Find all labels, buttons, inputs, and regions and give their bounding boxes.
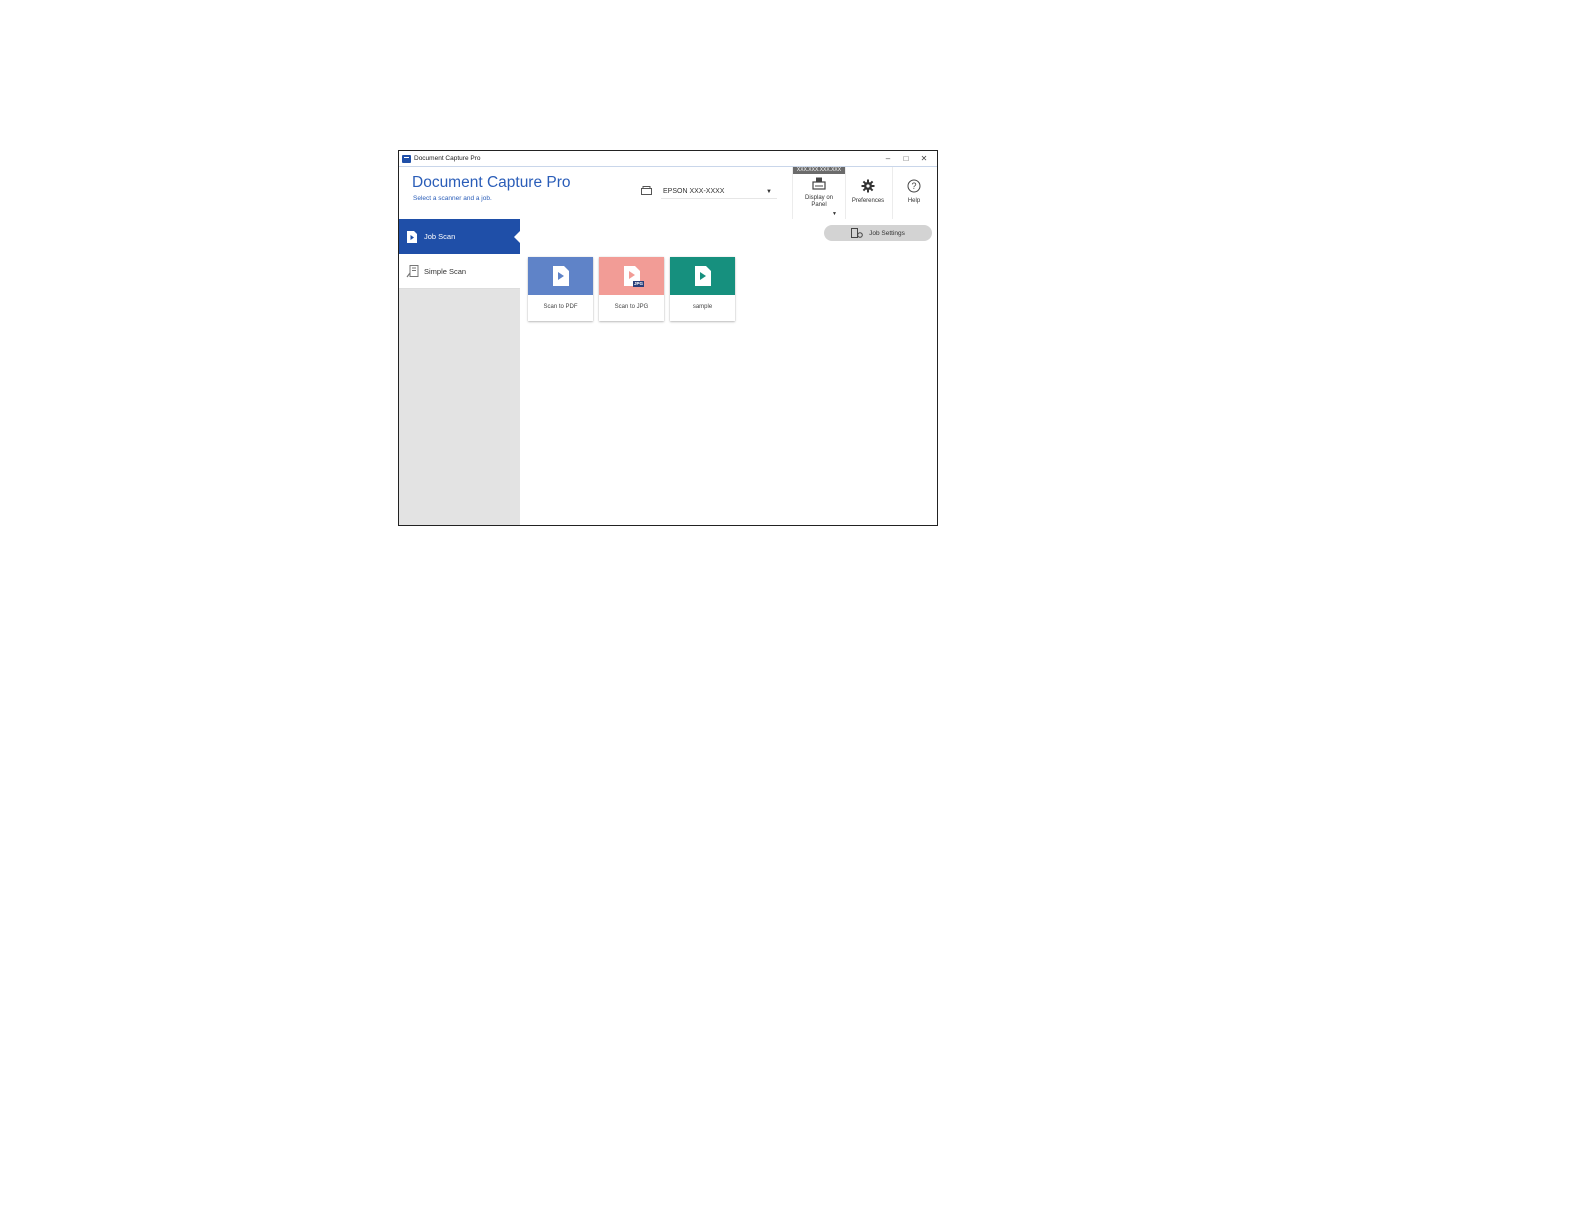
- help-button[interactable]: ? Help: [892, 167, 935, 219]
- sidebar-item-job-scan[interactable]: Job Scan: [399, 219, 520, 254]
- svg-text:?: ?: [911, 181, 916, 191]
- gear-icon: [861, 179, 875, 193]
- scanner-icon: [641, 186, 652, 195]
- sidebar: Job Scan Simple Scan: [399, 219, 520, 525]
- page-title: Document Capture Pro: [412, 174, 571, 191]
- job-card-band: JPG: [599, 257, 664, 295]
- display-on-panel-label-1: Display on: [804, 195, 833, 201]
- jpg-badge: JPG: [633, 281, 645, 287]
- job-card-label: Scan to PDF: [543, 304, 578, 310]
- job-card-label: sample: [692, 304, 713, 310]
- job-settings-button[interactable]: Job Settings: [824, 225, 932, 241]
- minimize-button[interactable]: –: [879, 151, 897, 166]
- header: Document Capture Pro Select a scanner an…: [399, 167, 937, 219]
- panel-display-icon: [812, 177, 826, 190]
- display-on-panel-button[interactable]: XXX.XXX.XXX.XXX Display on Panel ▼: [792, 167, 846, 219]
- chevron-down-icon[interactable]: ▼: [832, 211, 837, 217]
- job-card-label: Scan to JPG: [614, 304, 649, 310]
- sidebar-item-label: Simple Scan: [424, 266, 467, 276]
- close-button[interactable]: ✕: [915, 151, 933, 166]
- job-card-band: [528, 257, 593, 295]
- window-controls: – □ ✕: [879, 151, 933, 166]
- sidebar-item-label: Job Scan: [424, 232, 456, 241]
- simple-scan-icon: [405, 264, 419, 278]
- document-play-icon: [694, 266, 711, 286]
- document-play-icon: [552, 266, 569, 286]
- maximize-button[interactable]: □: [897, 151, 915, 166]
- scanner-select[interactable]: EPSON XXX-XXXX ▼: [661, 185, 777, 199]
- chevron-down-icon: ▼: [766, 189, 772, 195]
- job-settings-icon: [851, 228, 863, 238]
- sidebar-item-simple-scan[interactable]: Simple Scan: [399, 254, 520, 289]
- job-scan-icon: [405, 230, 419, 244]
- app-window: Document Capture Pro – □ ✕ Document Capt…: [398, 150, 938, 526]
- job-card-sample[interactable]: sample: [670, 257, 735, 321]
- help-icon: ?: [907, 179, 921, 193]
- app-logo-icon: [402, 154, 411, 163]
- active-indicator: [514, 231, 520, 243]
- window-title: Document Capture Pro: [414, 155, 481, 162]
- title-bar: Document Capture Pro – □ ✕: [399, 151, 937, 167]
- preferences-button[interactable]: Preferences: [845, 167, 891, 219]
- preferences-label: Preferences: [851, 198, 885, 204]
- scanner-select-value: EPSON XXX-XXXX: [663, 188, 725, 195]
- job-card-scan-to-pdf[interactable]: Scan to PDF: [528, 257, 593, 321]
- display-on-panel-label-2: Panel: [811, 202, 827, 208]
- panel-ip-address: XXX.XXX.XXX.XXX: [793, 167, 845, 174]
- page-subtitle: Select a scanner and a job.: [413, 195, 492, 202]
- job-card-scan-to-jpg[interactable]: JPG Scan to JPG: [599, 257, 664, 321]
- job-settings-label: Job Settings: [869, 229, 905, 237]
- help-label: Help: [907, 198, 921, 204]
- job-card-band: [670, 257, 735, 295]
